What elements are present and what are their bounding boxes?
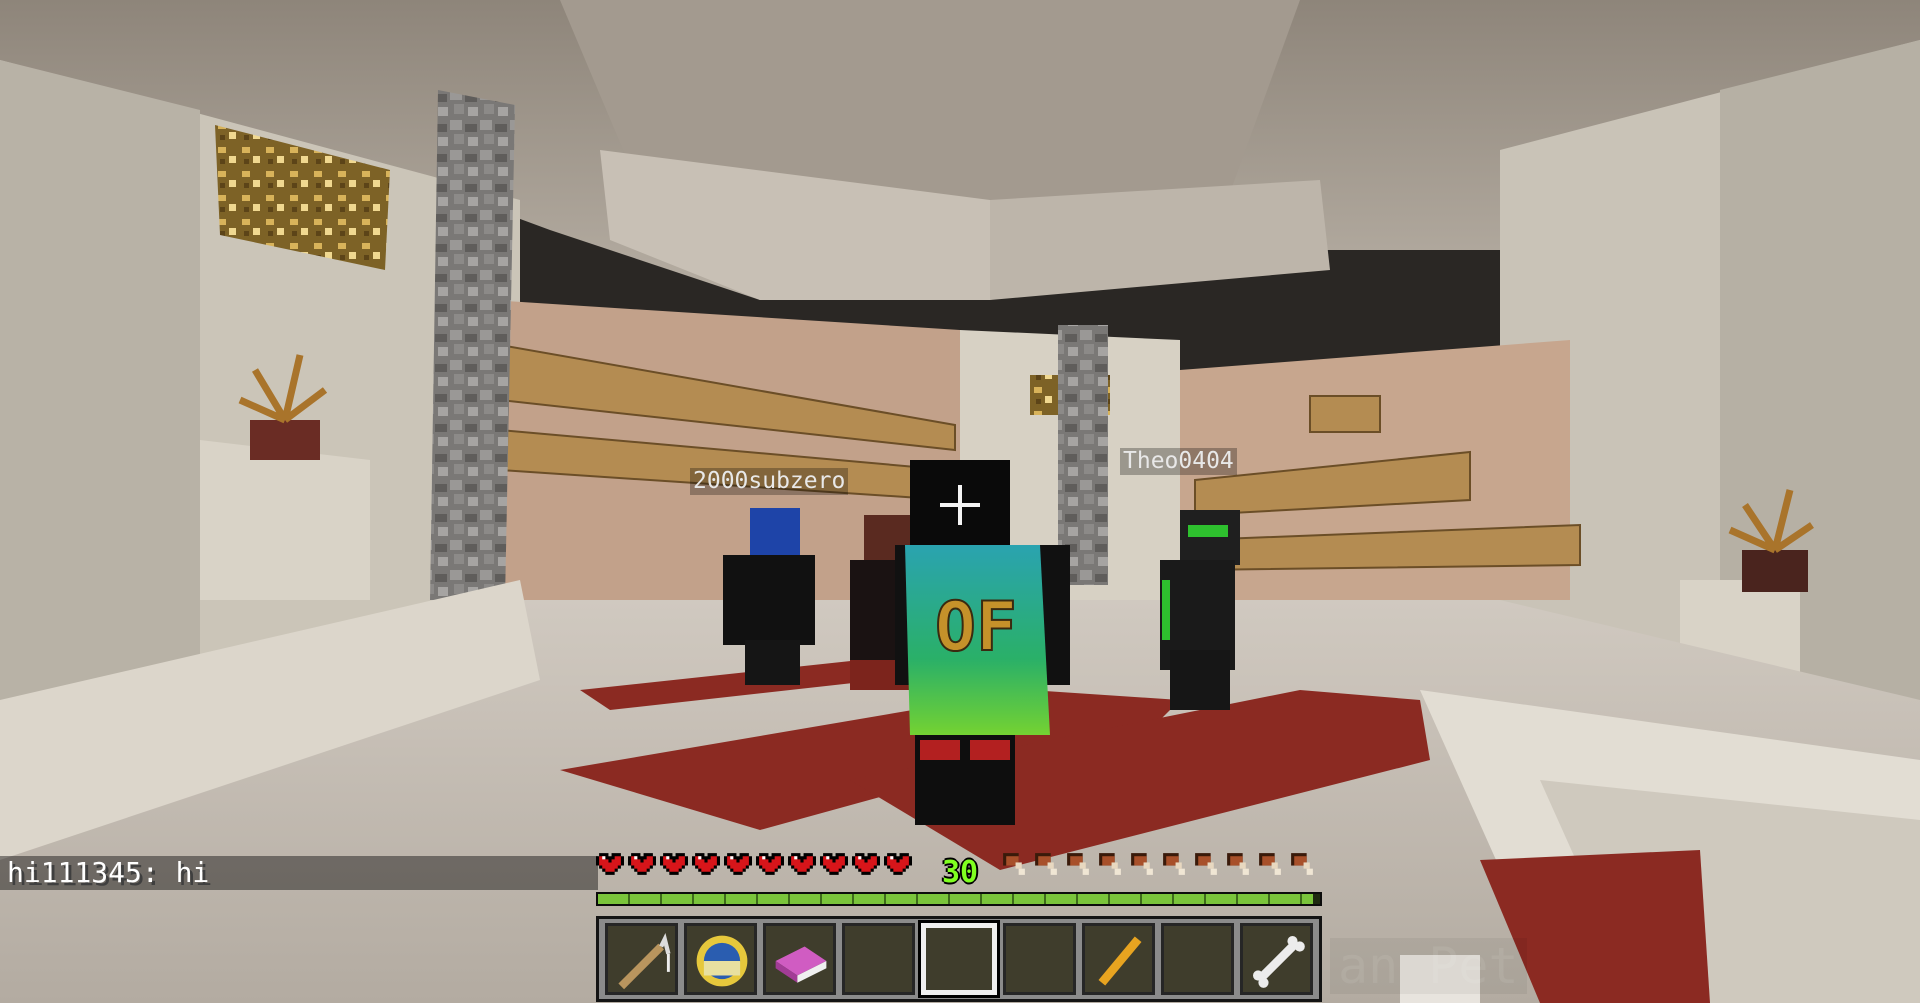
xp-level: 30: [941, 855, 979, 890]
chat-box: hi111345: hi: [0, 856, 598, 890]
heart-icon: [628, 850, 656, 878]
hunger-icon: [1288, 850, 1316, 878]
chat-message: hi111345: hi: [7, 856, 210, 889]
golden-rod-icon: [1098, 936, 1142, 986]
hunger-icon: [1256, 850, 1284, 878]
heart-icon: [788, 850, 816, 878]
hunger-icon: [1128, 850, 1156, 878]
heart-icon: [692, 850, 720, 878]
nametag-player: Theo0404: [1120, 448, 1237, 475]
hotbar[interactable]: [596, 916, 1322, 1002]
hotbar-slot-3[interactable]: [762, 923, 836, 995]
heart-icon: [596, 850, 624, 878]
crosshair: [940, 485, 980, 525]
hunger-icon: [1064, 850, 1092, 878]
hotbar-slot-1[interactable]: [605, 923, 678, 995]
pet-nametag: an Pet: [1330, 938, 1527, 994]
hunger-icon: [1192, 850, 1220, 878]
xp-bar: [596, 892, 1322, 906]
hotbar-slot-5[interactable]: [920, 923, 998, 995]
heart-icon: [884, 850, 912, 878]
heart-icon: [820, 850, 848, 878]
hunger-icon: [1000, 850, 1028, 878]
pink-book-icon: [775, 946, 827, 983]
hotbar-slot-7[interactable]: [1082, 923, 1156, 995]
hunger-icon: [1096, 850, 1124, 878]
clock-icon: [696, 935, 748, 987]
hotbar-slot-4[interactable]: [841, 923, 915, 995]
hotbar-slot-6[interactable]: [1003, 923, 1077, 995]
nametag-player: 2000subzero: [690, 468, 849, 495]
heart-icon: [724, 850, 752, 878]
health-bar: [596, 850, 918, 880]
hunger-icon: [1160, 850, 1188, 878]
hunger-icon: [1032, 850, 1060, 878]
heart-icon: [660, 850, 688, 878]
hotbar-slot-8[interactable]: [1161, 923, 1235, 995]
heart-icon: [756, 850, 784, 878]
hunger-icon: [1224, 850, 1252, 878]
hotbar-slot-9[interactable]: [1240, 923, 1314, 995]
hunger-bar: [1000, 850, 1324, 880]
bone-icon: [1253, 935, 1305, 988]
cape-text: OF: [935, 588, 1017, 667]
hotbar-slot-2[interactable]: [683, 923, 757, 995]
fishing-rod-icon: [618, 933, 671, 990]
heart-icon: [852, 850, 880, 878]
